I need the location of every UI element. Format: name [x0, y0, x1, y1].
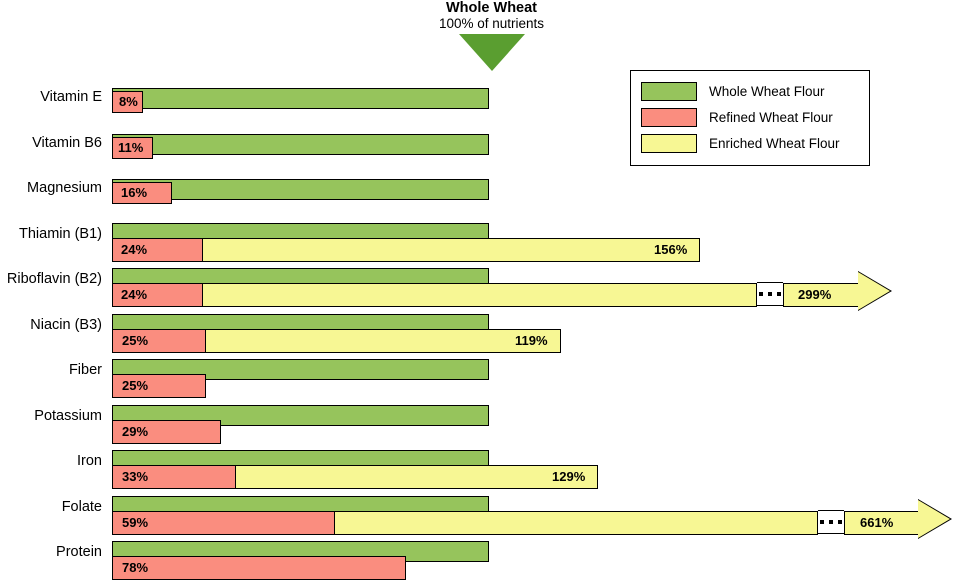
table-row: Vitamin E 8% — [0, 78, 960, 124]
table-row: Vitamin B6 11% — [0, 124, 960, 170]
value-label-enriched: 661% — [860, 514, 894, 530]
table-row: Protein 78% — [0, 533, 960, 580]
table-row: Iron 33% 129% — [0, 442, 960, 489]
value-label-refined: 24% — [121, 241, 148, 257]
row-label-fiber: Fiber — [68, 362, 102, 378]
value-label-refined: 29% — [122, 423, 149, 439]
value-label-refined: 33% — [122, 469, 149, 484]
value-label-refined: 59% — [122, 514, 149, 530]
table-row: Folate 59% 661% — [0, 488, 960, 539]
value-label-enriched: 129% — [552, 469, 586, 484]
value-label-enriched: 156% — [654, 241, 688, 257]
bar-whole-wheat — [112, 133, 489, 155]
table-row: Thiamin (B1) 24% 156% — [0, 215, 960, 262]
row-label-vitamin-b6: Vitamin B6 — [32, 134, 102, 151]
value-label-refined: 25% — [122, 378, 149, 393]
table-row: Niacin (B3) 25% 119% — [0, 306, 960, 353]
axis-break-dots-icon — [757, 282, 783, 306]
arrow-head-icon — [858, 272, 890, 310]
row-label-thiamin-b1: Thiamin (B1) — [19, 225, 102, 242]
value-label-refined: 16% — [121, 185, 148, 200]
table-row: Fiber 25% — [0, 351, 960, 398]
table-row: Riboflavin (B2) 24% 299% — [0, 260, 960, 311]
table-row: Magnesium 16% — [0, 169, 960, 215]
marker-subtitle: 100% of nutrients — [438, 16, 545, 31]
row-label-potassium: Potassium — [34, 407, 102, 424]
bar-refined — [112, 556, 406, 580]
value-label-refined: 11% — [118, 139, 144, 155]
whole-wheat-marker: Whole Wheat 100% of nutrients — [404, 0, 579, 71]
row-label-protein: Protein — [56, 544, 102, 560]
chart-rows: Vitamin E 8% Vitamin B6 11% Magnesium 16… — [0, 78, 960, 580]
value-label-refined: 8% — [119, 94, 138, 109]
axis-break-dots-icon — [818, 509, 844, 534]
row-label-magnesium: Magnesium — [27, 180, 102, 196]
nutrient-bar-chart: Whole Wheat 100% of nutrients Whole Whea… — [0, 0, 960, 580]
marker-triangle-icon — [458, 34, 525, 71]
marker-title: Whole Wheat — [445, 0, 538, 16]
bar-enriched — [112, 283, 757, 307]
row-label-iron: Iron — [77, 453, 102, 469]
value-label-refined: 78% — [122, 560, 149, 575]
value-label-refined: 24% — [121, 287, 148, 302]
row-label-vitamin-e: Vitamin E — [40, 89, 102, 105]
table-row: Potassium 29% — [0, 397, 960, 444]
value-label-refined: 25% — [122, 332, 149, 348]
value-label-enriched: 119% — [515, 332, 548, 348]
row-label-riboflavin-b2: Riboflavin (B2) — [6, 271, 102, 287]
value-label-enriched: 299% — [798, 287, 832, 302]
row-label-folate: Folate — [61, 498, 102, 515]
bar-whole-wheat — [112, 88, 489, 109]
arrow-head-icon — [918, 499, 950, 538]
row-label-niacin-b3: Niacin (B3) — [30, 316, 102, 333]
